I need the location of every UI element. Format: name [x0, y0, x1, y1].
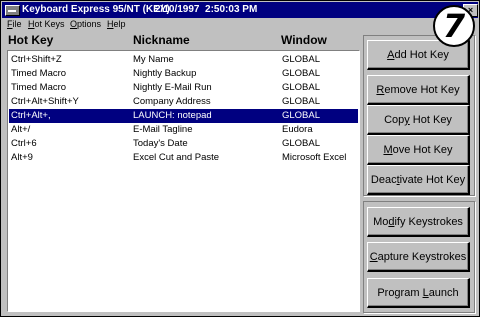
cell-hotkey: Ctrl+Shift+Z — [11, 54, 62, 65]
cell-nickname: Today's Date — [133, 138, 188, 149]
cell-hotkey: Ctrl+Alt+, — [11, 110, 51, 121]
cell-hotkey: Ctrl+Alt+Shift+Y — [11, 96, 79, 107]
column-header-nickname: Nickname — [133, 33, 190, 47]
cell-window: GLOBAL — [282, 138, 321, 149]
cell-nickname: My Name — [133, 54, 174, 65]
capture-keystrokes-button[interactable]: Capture Keystrokes — [367, 242, 470, 272]
program-launch-button[interactable]: Program Launch — [367, 278, 470, 308]
cell-hotkey: Timed Macro — [11, 82, 67, 93]
table-row[interactable]: Ctrl+6 Today's Date GLOBAL — [9, 137, 358, 151]
table-row[interactable]: Timed Macro Nightly Backup GLOBAL — [9, 67, 358, 81]
cell-window: GLOBAL — [282, 110, 321, 121]
title-bar[interactable]: Keyboard Express 95/NT (KEY) 2/10/1997 2… — [2, 2, 478, 18]
move-hot-key-button[interactable]: Move Hot Key — [367, 135, 470, 165]
main-window: Keyboard Express 95/NT (KEY) 2/10/1997 2… — [0, 0, 480, 317]
title-datetime: 2/10/1997 2:50:03 PM — [155, 4, 258, 15]
table-row-selected[interactable]: Ctrl+Alt+, LAUNCH: notepad GLOBAL — [9, 109, 358, 123]
menu-file[interactable]: File — [7, 19, 22, 29]
cell-nickname: LAUNCH: notepad — [133, 110, 212, 121]
menu-bar: File Hot Keys Options Help — [2, 18, 478, 30]
cell-nickname: Excel Cut and Paste — [133, 152, 220, 163]
table-row[interactable]: Timed Macro Nightly E-Mail Run GLOBAL — [9, 81, 358, 95]
remove-hot-key-button[interactable]: Remove Hot Key — [367, 75, 470, 105]
column-header-hotkey: Hot Key — [8, 33, 54, 47]
cell-window: GLOBAL — [282, 68, 321, 79]
app-menu-icon[interactable] — [5, 5, 20, 16]
menu-help[interactable]: Help — [107, 19, 126, 29]
copy-hot-key-button[interactable]: Copy Hot Key — [367, 105, 470, 135]
cell-nickname: Company Address — [133, 96, 211, 107]
cell-window: GLOBAL — [282, 96, 321, 107]
cell-hotkey: Ctrl+6 — [11, 138, 37, 149]
step-number-badge: 7 — [433, 5, 475, 47]
menu-options[interactable]: Options — [70, 19, 101, 29]
cell-hotkey: Timed Macro — [11, 68, 67, 79]
cell-nickname: Nightly E-Mail Run — [133, 82, 212, 93]
cell-window: GLOBAL — [282, 54, 321, 65]
window-title: Keyboard Express 95/NT (KEY) — [22, 4, 170, 15]
deactivate-hot-key-button[interactable]: Deactivate Hot Key — [367, 165, 470, 195]
table-row[interactable]: Alt+/ E-Mail Tagline Eudora — [9, 123, 358, 137]
modify-keystrokes-button[interactable]: Modify Keystrokes — [367, 207, 470, 237]
cell-nickname: Nightly Backup — [133, 68, 197, 79]
menu-hot-keys[interactable]: Hot Keys — [28, 19, 65, 29]
hotkey-list[interactable]: Ctrl+Shift+Z My Name GLOBAL Timed Macro … — [7, 50, 360, 312]
cell-hotkey: Alt+9 — [11, 152, 33, 163]
cell-window: Eudora — [282, 124, 313, 135]
cell-hotkey: Alt+/ — [11, 124, 31, 135]
column-header-window: Window — [281, 33, 327, 47]
cell-window: Microsoft Excel — [282, 152, 347, 163]
cell-window: GLOBAL — [282, 82, 321, 93]
cell-nickname: E-Mail Tagline — [133, 124, 193, 135]
table-row[interactable]: Ctrl+Shift+Z My Name GLOBAL — [9, 53, 358, 67]
table-row[interactable]: Ctrl+Alt+Shift+Y Company Address GLOBAL — [9, 95, 358, 109]
table-row[interactable]: Alt+9 Excel Cut and Paste Microsoft Exce… — [9, 151, 358, 165]
